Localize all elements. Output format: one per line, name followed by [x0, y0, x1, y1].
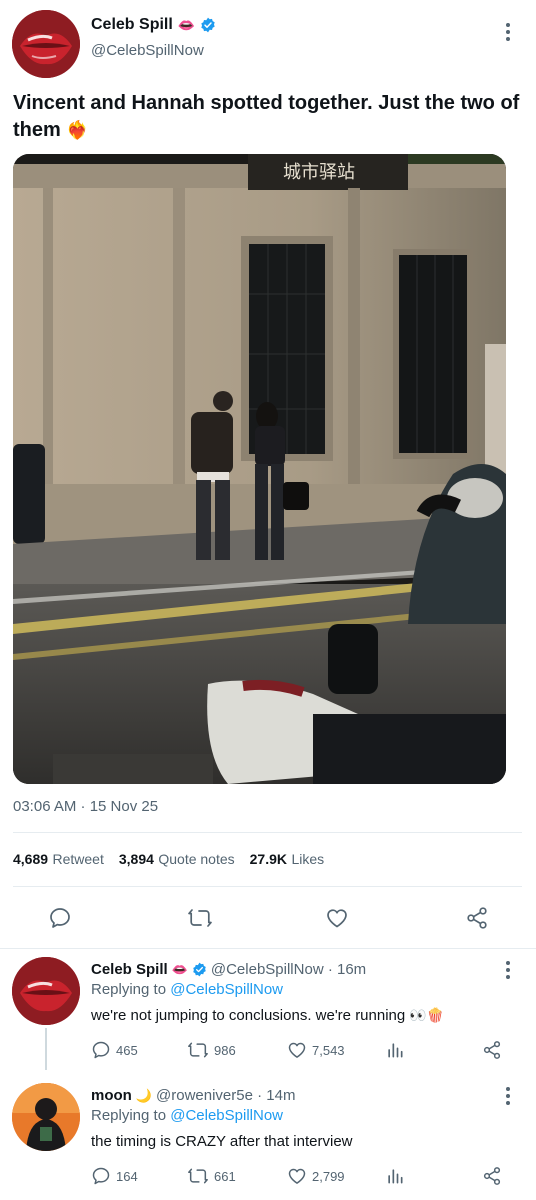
- reply-action-likes[interactable]: 2,799: [287, 1166, 345, 1186]
- verified-badge-icon: [201, 17, 215, 33]
- retweet-count: 986: [214, 1042, 236, 1058]
- reply-author-name[interactable]: Celeb Spill: [91, 961, 168, 978]
- like-icon[interactable]: [323, 904, 351, 932]
- like-count: 7,543: [312, 1042, 345, 1058]
- analytics-icon[interactable]: [385, 1166, 405, 1186]
- divider: [13, 886, 522, 887]
- reply-avatar[interactable]: [12, 1083, 80, 1151]
- reply-avatar[interactable]: [12, 957, 80, 1025]
- retweet-icon: [188, 1168, 208, 1184]
- author-name[interactable]: Celeb Spill: [91, 16, 173, 34]
- tweet-text: Vincent and Hannah spotted together. Jus…: [13, 90, 523, 144]
- quotes-count: 3,894: [118, 851, 154, 867]
- reply-icon: [92, 1041, 110, 1059]
- quotes-stat[interactable]: 3,894 Quote notes: [119, 851, 235, 869]
- reply-action-replies[interactable]: 465: [91, 1040, 138, 1060]
- retweet-icon: [188, 1042, 208, 1058]
- replying-prefix: Replying to: [91, 1107, 167, 1124]
- reply-action-replies[interactable]: 164: [91, 1166, 138, 1186]
- reply-action-retweets[interactable]: 661: [187, 1166, 236, 1186]
- like-count: 2,799: [312, 1168, 345, 1184]
- likes-stat[interactable]: 27.9K Likes: [250, 851, 325, 869]
- reply-author-name[interactable]: moon: [91, 1087, 132, 1104]
- reply-handle-time[interactable]: @CelebSpillNow · 16m: [211, 961, 366, 978]
- replying-to: Replying to @CelebSpillNow: [91, 1107, 283, 1124]
- like-icon: [288, 1042, 306, 1058]
- more-options-icon[interactable]: [496, 958, 520, 982]
- like-icon: [288, 1168, 306, 1184]
- reply-text: the timing is CRAZY after that interview: [91, 1133, 353, 1150]
- reply-body: we're not jumping to conclusions. we're …: [91, 1007, 406, 1024]
- lips-emoji: 👄: [177, 16, 196, 33]
- retweets-stat[interactable]: 4,689 Retweet: [13, 851, 104, 869]
- tweet-timestamp[interactable]: 03:06 AM · 15 Nov 25: [13, 798, 158, 815]
- divider: [0, 948, 536, 949]
- crescent-moon-emoji: 🌙: [135, 1087, 153, 1103]
- reply-handle-time[interactable]: @roweniver5e · 14m: [156, 1087, 295, 1104]
- share-icon[interactable]: [463, 904, 491, 932]
- analytics-icon[interactable]: [385, 1040, 405, 1060]
- share-icon[interactable]: [482, 1166, 502, 1186]
- more-options-icon[interactable]: [496, 20, 520, 44]
- reply-action-likes[interactable]: 7,543: [287, 1040, 345, 1060]
- reply-icon[interactable]: [46, 904, 74, 932]
- share-icon[interactable]: [482, 1040, 502, 1060]
- reply-action-retweets[interactable]: 986: [187, 1040, 236, 1060]
- reply-icon: [92, 1167, 110, 1185]
- thread-connector: [45, 1028, 47, 1070]
- verified-badge-icon: [193, 962, 206, 977]
- likes-label: Likes: [291, 851, 325, 867]
- replying-to: Replying to @CelebSpillNow: [91, 981, 283, 998]
- replying-to-link[interactable]: @CelebSpillNow: [170, 1107, 283, 1124]
- retweet-icon[interactable]: [186, 904, 214, 932]
- reply-count: 465: [116, 1042, 138, 1058]
- likes-count: 27.9K: [249, 851, 287, 867]
- reply-count: 164: [116, 1168, 138, 1184]
- lips-logo-icon: [12, 957, 80, 1025]
- more-options-icon[interactable]: [496, 1084, 520, 1108]
- replying-to-link[interactable]: @CelebSpillNow: [170, 981, 283, 998]
- quotes-label: Quote notes: [158, 851, 235, 867]
- tweet-stats: 4,689 Retweet 3,894 Quote notes 27.9K Li…: [13, 851, 324, 869]
- reply-text: we're not jumping to conclusions. we're …: [91, 1007, 444, 1024]
- eyes-popcorn-emoji: 👀🍿: [409, 1007, 445, 1023]
- retweets-label: Retweet: [52, 851, 104, 867]
- heart-on-fire-emoji: ❤️‍🔥: [66, 120, 89, 140]
- lips-emoji: 👄: [171, 961, 188, 977]
- retweets-count: 4,689: [13, 851, 49, 867]
- lips-logo-icon: [12, 10, 80, 78]
- photo-signage: 城市驿站: [283, 162, 355, 183]
- retweet-count: 661: [214, 1168, 236, 1184]
- divider: [13, 832, 522, 833]
- author-handle[interactable]: @CelebSpillNow: [91, 42, 204, 59]
- tweet-photo[interactable]: 城市驿站: [13, 154, 506, 784]
- author-avatar[interactable]: [12, 10, 80, 78]
- replying-prefix: Replying to: [91, 981, 167, 998]
- user-portrait-icon: [12, 1083, 80, 1151]
- street-scene-image: 城市驿站: [13, 154, 506, 784]
